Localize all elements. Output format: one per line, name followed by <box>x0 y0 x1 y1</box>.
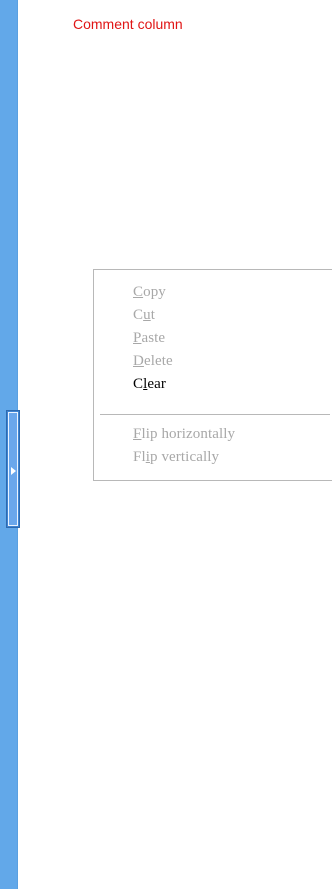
menu-item-paste-suffix: aste <box>141 330 166 346</box>
comment-column-label: Comment column <box>73 16 183 32</box>
menu-item-delete[interactable]: Delete <box>133 351 173 371</box>
menu-item-flip-horizontally-suffix: lip horizontally <box>141 426 236 442</box>
menu-item-paste[interactable]: Paste <box>133 328 165 348</box>
left-side-rail <box>0 0 20 889</box>
menu-item-copy[interactable]: Copy <box>133 282 166 302</box>
menu-item-flip-vertically-suffix: p vertically <box>150 449 220 465</box>
menu-separator <box>100 414 330 415</box>
side-panel-toggle-inner[interactable] <box>8 412 18 526</box>
menu-item-clear-prefix: C <box>133 376 144 392</box>
context-menu: Copy Cut Paste Delete Clear Flip horizon… <box>93 269 332 481</box>
menu-item-cut[interactable]: Cut <box>133 305 155 325</box>
side-panel-toggle-handle[interactable] <box>6 410 20 528</box>
menu-item-delete-suffix: elete <box>143 353 173 369</box>
menu-item-delete-mnemonic: D <box>133 353 144 369</box>
menu-item-cut-prefix: C <box>133 307 144 323</box>
menu-item-flip-vertically-prefix: Fl <box>133 449 146 465</box>
page-root: Comment column Copy Cut Paste Delete Cle… <box>0 0 332 889</box>
menu-item-cut-mnemonic: u <box>143 307 151 323</box>
triangle-right-icon[interactable] <box>11 467 16 475</box>
menu-item-flip-vertically[interactable]: Flip vertically <box>133 447 219 467</box>
menu-item-flip-horizontally[interactable]: Flip horizontally <box>133 424 235 444</box>
menu-item-copy-suffix: opy <box>143 284 166 300</box>
menu-item-cut-suffix: t <box>150 307 155 323</box>
menu-item-clear-suffix: ear <box>147 376 167 392</box>
menu-item-copy-mnemonic: C <box>133 284 144 300</box>
menu-item-clear[interactable]: Clear <box>133 374 166 394</box>
